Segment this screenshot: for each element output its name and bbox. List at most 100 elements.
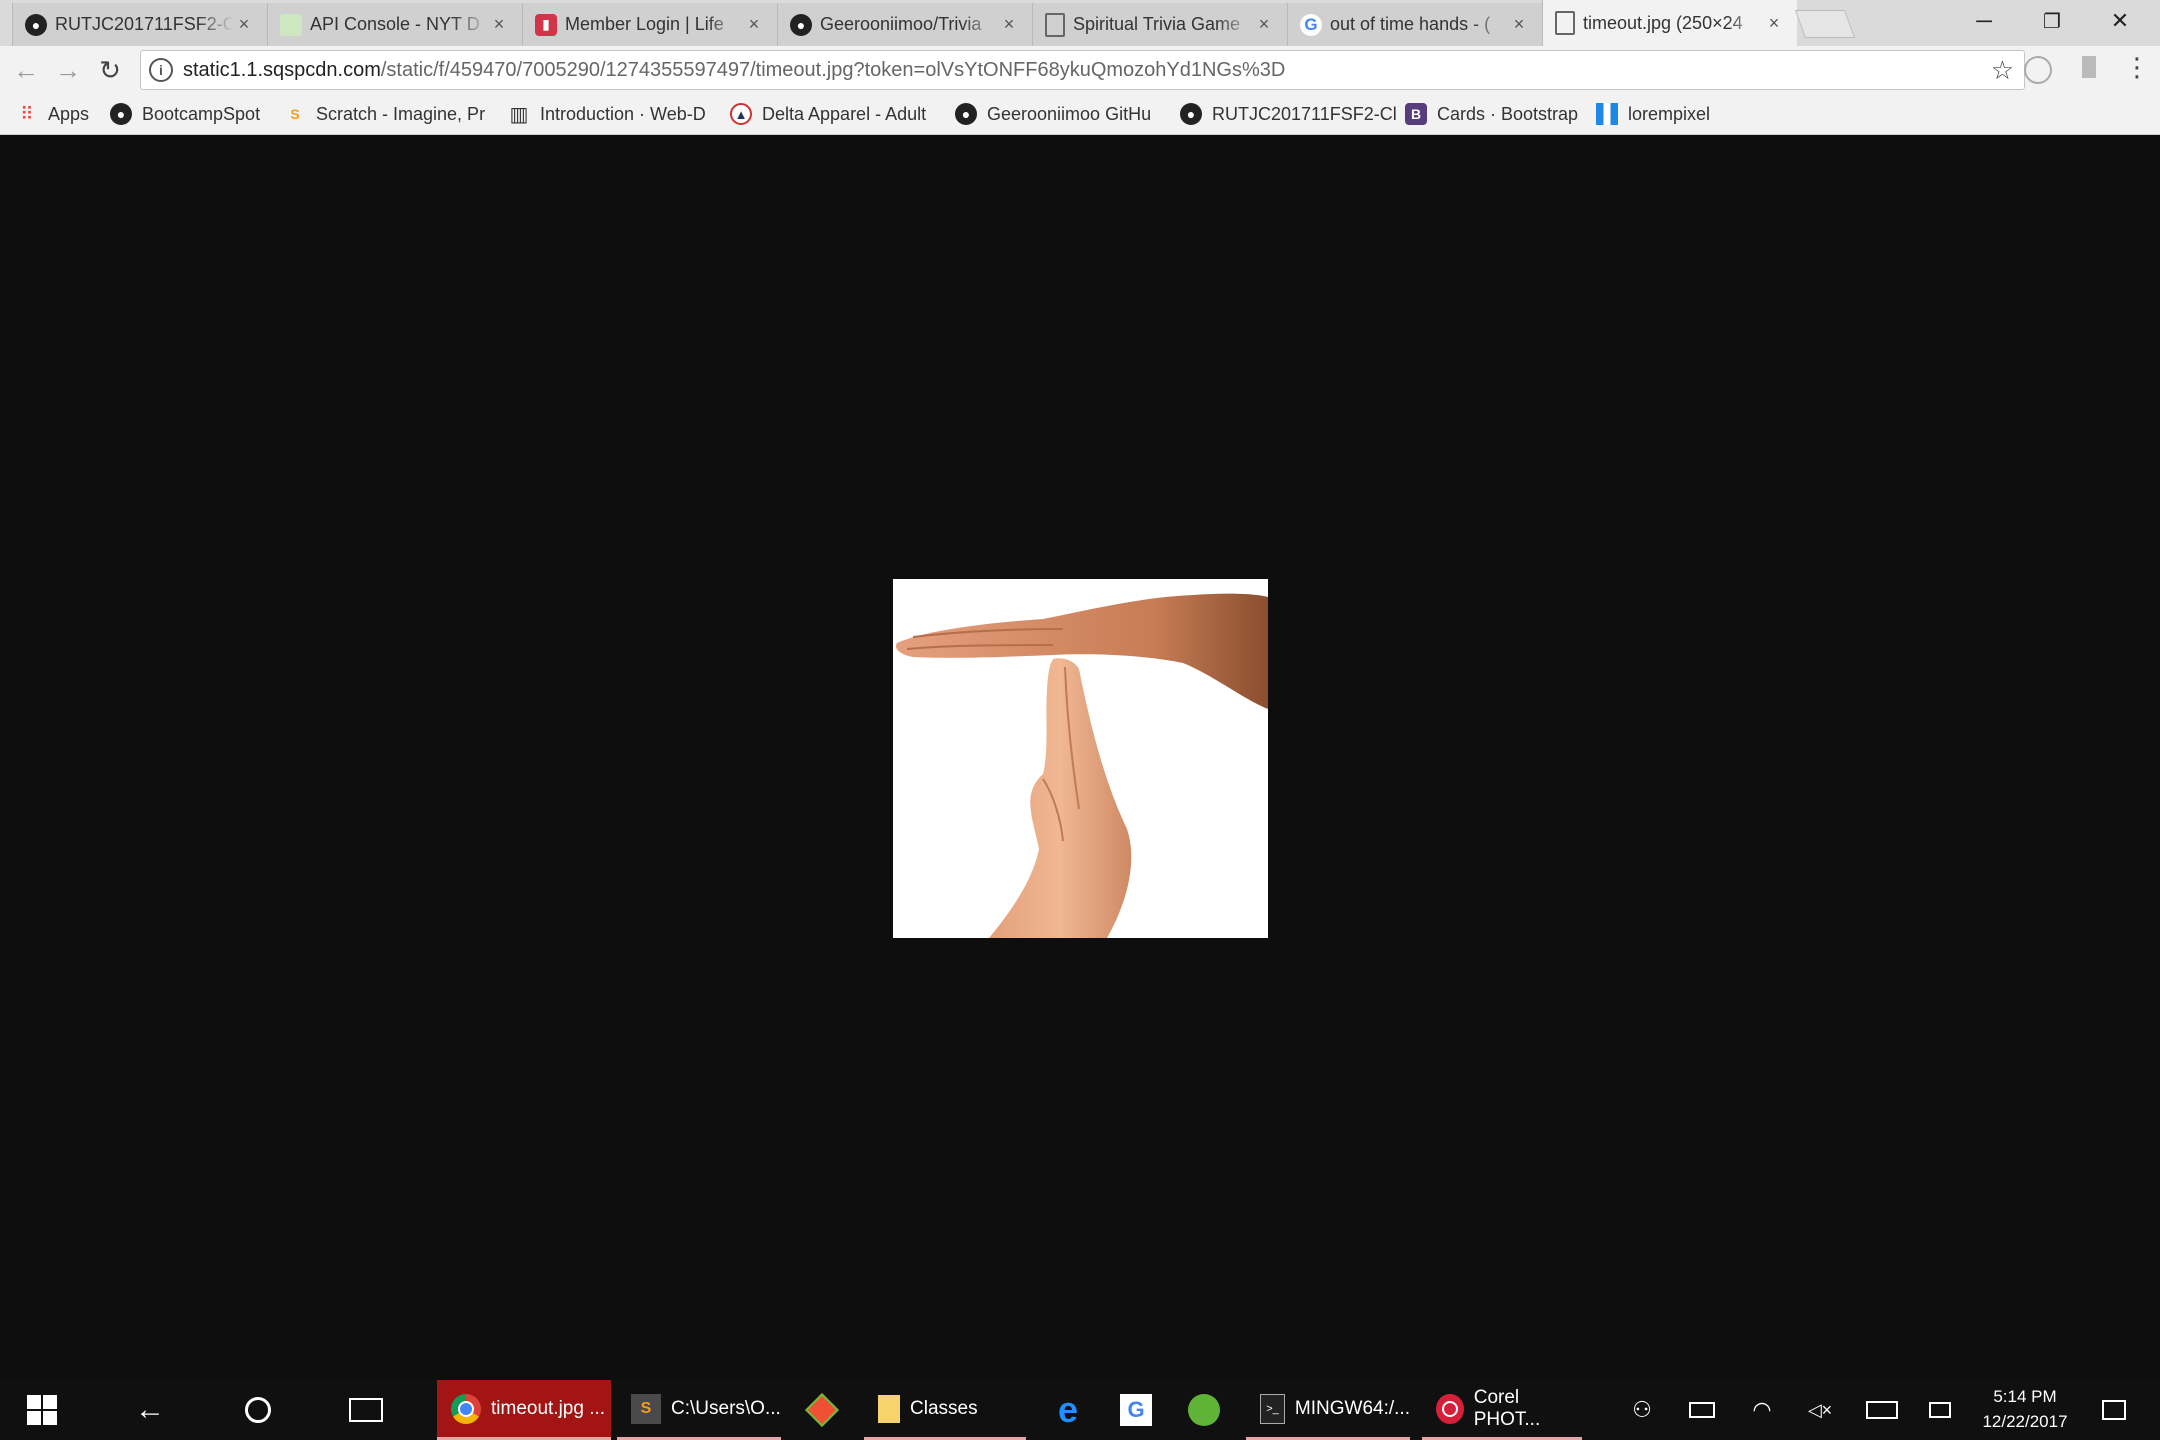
bookmark-delta-apparel[interactable]: ▲ Delta Apparel - Adult [730,94,926,134]
taskbar-app-label: MINGW64:/... [1294,1397,1410,1419]
taskbar-app-label: timeout.jpg ... [491,1397,606,1419]
hands-illustration [893,579,1268,938]
bookmark-apps[interactable]: ⠿ Apps [16,94,89,134]
close-icon[interactable]: × [1508,14,1530,35]
github-icon: ● [955,103,977,125]
folder-icon [878,1394,900,1423]
corel-icon [1436,1393,1464,1424]
bookmarks-bar: ⠿ Apps ● BootcampSpot S Scratch - Imagin… [0,94,2160,135]
delta-icon: ▲ [730,103,752,125]
tab-api-console[interactable]: API Console - NYT D × [267,3,522,46]
bookmark-rutjc[interactable]: ● RUTJC201711FSF2-Cl [1180,94,1397,134]
taskbar-app-corel[interactable]: Corel PHOT... [1422,1380,1582,1440]
taskbar-app-explorer[interactable]: Classes [864,1380,1026,1440]
lorempixel-icon [1596,103,1618,125]
minimize-button[interactable]: ─ [1950,0,2018,42]
tab-title: Geerooniimoo/Trivia [820,14,982,34]
bookmark-label: RUTJC201711FSF2-Cl [1212,103,1397,124]
close-icon[interactable]: × [998,14,1020,35]
close-icon[interactable]: × [1253,14,1275,35]
sublime-icon: S [631,1393,661,1424]
github-icon: ● [1180,103,1202,125]
close-icon[interactable]: × [488,14,510,35]
browser-toolbar: ← → ↻ i static1.1.sqspcdn.com/static/f/4… [0,46,2160,94]
tab-google-search[interactable]: G out of time hands - ( × [1287,3,1542,46]
forward-arrow-icon[interactable]: → [50,52,86,88]
tab-strip: ● RUTJC201711FSF2-C × API Console - NYT … [0,0,2160,46]
page-icon [280,13,302,36]
address-bar[interactable]: i static1.1.sqspcdn.com/static/f/459470/… [140,50,2025,90]
info-icon[interactable]: i [149,58,173,82]
lock-icon: ▮ [535,13,557,36]
taskbar-app-sublime[interactable]: S C:\Users\O... [617,1380,781,1440]
windows-start-icon[interactable] [22,1380,62,1440]
bookmark-label: Scratch - Imagine, Pr [316,103,486,124]
edge-icon[interactable]: e [1048,1380,1088,1440]
volume-muted-icon[interactable]: ◁× [1800,1380,1840,1440]
evernote-icon[interactable] [1186,1380,1222,1440]
bookmark-label: lorempixel [1628,103,1711,124]
cortana-icon[interactable] [238,1380,278,1440]
reload-icon[interactable]: ↻ [92,52,128,88]
github-icon: ● [790,13,812,36]
terminal-icon: >_ [1260,1393,1285,1424]
bookmark-introduction[interactable]: ▥ Introduction · Web-D [508,94,706,134]
github-icon: ● [25,13,47,36]
clock-time: 5:14 PM [1993,1387,2057,1407]
tab-title: Member Login | Life [565,14,724,34]
chrome-icon [451,1393,481,1424]
notification-icon[interactable] [2094,1380,2134,1440]
extension-icon[interactable] [2024,56,2052,84]
close-icon[interactable]: × [233,14,255,35]
system-clock[interactable]: 5:14 PM 12/22/2017 [1960,1380,2090,1440]
close-icon[interactable]: × [743,14,765,35]
close-window-button[interactable]: ✕ [2086,0,2154,42]
back-arrow-icon[interactable]: ← [8,52,44,88]
google-icon[interactable]: G [1118,1380,1154,1440]
extension-icon[interactable] [2082,56,2096,78]
bookmark-bootcampspot[interactable]: ● BootcampSpot [110,94,260,134]
tab-title: timeout.jpg (250×24 [1583,12,1743,33]
tab-rutjc[interactable]: ● RUTJC201711FSF2-C × [12,3,267,46]
taskbar-app-chrome[interactable]: timeout.jpg ... [437,1380,611,1440]
menu-dots-icon[interactable]: ⋮ [2124,52,2150,83]
bookmark-label: BootcampSpot [142,103,261,124]
timeout-hands-image[interactable] [893,579,1268,938]
tablet-mode-icon[interactable] [1920,1380,1960,1440]
page-icon [1555,11,1575,35]
keyboard-icon[interactable] [1860,1380,1904,1440]
google-icon: G [1300,13,1322,36]
page-icon [1045,12,1065,37]
bookmark-scratch[interactable]: S Scratch - Imagine, Pr [284,94,485,134]
taskbar-app-mingw[interactable]: >_ MINGW64:/... [1246,1380,1410,1440]
bootstrap-icon: B [1405,103,1427,125]
url-host: static1.1.sqspcdn.com [183,58,381,81]
bookmark-cards-bootstrap[interactable]: B Cards · Bootstrap [1405,94,1578,134]
taskbar-app-label: Classes [910,1397,978,1419]
people-icon[interactable]: ⚇ [1622,1380,1662,1440]
restore-button[interactable]: ❐ [2018,0,2086,42]
wifi-icon[interactable]: ◠ [1742,1380,1782,1440]
task-view-icon[interactable] [344,1380,388,1440]
bookmark-label: Geerooniimoo GitHu [987,103,1152,124]
bookmark-label: Apps [48,103,90,124]
new-tab-button[interactable] [1794,10,1856,38]
tab-title: out of time hands - ( [1330,14,1491,34]
tab-title: Spiritual Trivia Game [1073,14,1241,34]
tab-title: RUTJC201711FSF2-C [55,14,233,34]
bookmark-lorempixel[interactable]: lorempixel [1596,94,1710,134]
book-icon: ▥ [509,103,529,126]
bookmark-label: Delta Apparel - Adult [762,103,927,124]
bookmark-label: Introduction · Web-D [540,103,706,124]
back-icon[interactable]: ← [130,1380,170,1440]
git-icon[interactable] [800,1380,844,1440]
tab-spiritual-trivia[interactable]: Spiritual Trivia Game × [1032,3,1287,46]
bookmark-geerooniimoo-github[interactable]: ● Geerooniimoo GitHu [955,94,1151,134]
bookmark-star-icon[interactable]: ☆ [1991,55,2014,86]
apps-grid-icon: ⠿ [20,103,34,124]
tab-member-login[interactable]: ▮ Member Login | Life × [522,3,777,46]
tab-timeout-jpg[interactable]: timeout.jpg (250×24 × [1542,0,1797,46]
close-icon[interactable]: × [1763,13,1785,34]
battery-icon[interactable] [1682,1380,1722,1440]
tab-geerooniimoo-trivia[interactable]: ● Geerooniimoo/Trivia × [777,3,1032,46]
